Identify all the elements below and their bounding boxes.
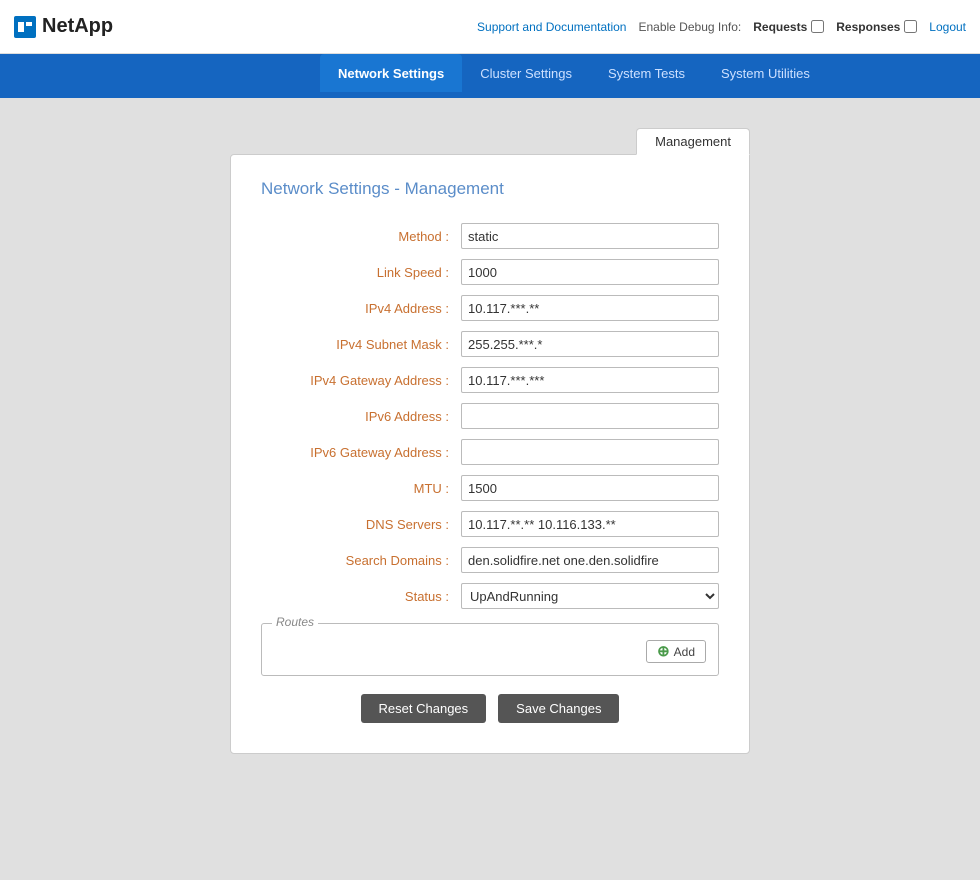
responses-group: Responses (836, 20, 917, 34)
label-link-speed: Link Speed : (261, 265, 461, 280)
settings-card: Network Settings - Management Method : L… (230, 154, 750, 754)
form-row-ipv4-gateway: IPv4 Gateway Address : (261, 367, 719, 393)
input-ipv6-gateway[interactable] (461, 439, 719, 465)
label-search-domains: Search Domains : (261, 553, 461, 568)
label-ipv4-subnet: IPv4 Subnet Mask : (261, 337, 461, 352)
input-link-speed[interactable] (461, 259, 719, 285)
form-row-dns: DNS Servers : (261, 511, 719, 537)
nav-cluster-settings[interactable]: Cluster Settings (462, 54, 590, 92)
top-right-links: Support and Documentation Enable Debug I… (477, 20, 966, 34)
logo: NetApp (14, 15, 113, 38)
input-ipv4-gateway[interactable] (461, 367, 719, 393)
form-row-mtu: MTU : (261, 475, 719, 501)
input-ipv4-address[interactable] (461, 295, 719, 321)
requests-checkbox[interactable] (811, 20, 824, 33)
add-label: Add (674, 645, 695, 659)
tab-row: Management (230, 128, 750, 155)
label-mtu: MTU : (261, 481, 461, 496)
label-ipv6-gateway: IPv6 Gateway Address : (261, 445, 461, 460)
plus-icon: ⊕ (657, 644, 670, 659)
label-ipv4-gateway: IPv4 Gateway Address : (261, 373, 461, 388)
label-status: Status : (261, 589, 461, 604)
nav-system-utilities[interactable]: System Utilities (703, 54, 828, 92)
label-ipv4-address: IPv4 Address : (261, 301, 461, 316)
routes-legend: Routes (272, 615, 318, 629)
input-ipv4-subnet[interactable] (461, 331, 719, 357)
responses-checkbox[interactable] (904, 20, 917, 33)
debug-label: Enable Debug Info: (638, 20, 741, 34)
form-row-method: Method : (261, 223, 719, 249)
input-method[interactable] (461, 223, 719, 249)
tab-management[interactable]: Management (636, 128, 750, 155)
page-content: Management Network Settings - Management… (0, 98, 980, 774)
form-row-status: Status : UpAndRunning Down Maintenance (261, 583, 719, 609)
netapp-logo-icon (14, 16, 36, 38)
form-row-link-speed: Link Speed : (261, 259, 719, 285)
form-row-ipv4-subnet: IPv4 Subnet Mask : (261, 331, 719, 357)
routes-section: Routes ⊕ Add (261, 623, 719, 676)
nav-network-settings[interactable]: Network Settings (320, 54, 462, 92)
requests-group: Requests (753, 20, 824, 34)
logo-text: NetApp (42, 15, 113, 38)
add-route-button[interactable]: ⊕ Add (646, 640, 706, 663)
label-dns: DNS Servers : (261, 517, 461, 532)
save-button[interactable]: Save Changes (498, 694, 619, 723)
requests-label: Requests (753, 20, 807, 34)
top-bar: NetApp Support and Documentation Enable … (0, 0, 980, 54)
form-row-ipv6-gateway: IPv6 Gateway Address : (261, 439, 719, 465)
reset-button[interactable]: Reset Changes (361, 694, 487, 723)
input-search-domains[interactable] (461, 547, 719, 573)
logout-link[interactable]: Logout (929, 20, 966, 34)
card-wrapper: Management Network Settings - Management… (230, 128, 750, 754)
button-row: Reset Changes Save Changes (261, 694, 719, 723)
form-row-ipv6-address: IPv6 Address : (261, 403, 719, 429)
label-ipv6-address: IPv6 Address : (261, 409, 461, 424)
nav-system-tests[interactable]: System Tests (590, 54, 703, 92)
support-link[interactable]: Support and Documentation (477, 20, 626, 34)
label-method: Method : (261, 229, 461, 244)
nav-bar: Network Settings Cluster Settings System… (0, 54, 980, 92)
input-dns[interactable] (461, 511, 719, 537)
input-ipv6-address[interactable] (461, 403, 719, 429)
form-row-ipv4-address: IPv4 Address : (261, 295, 719, 321)
form-row-search-domains: Search Domains : (261, 547, 719, 573)
select-status[interactable]: UpAndRunning Down Maintenance (461, 583, 719, 609)
responses-label: Responses (836, 20, 900, 34)
input-mtu[interactable] (461, 475, 719, 501)
card-title: Network Settings - Management (261, 179, 719, 199)
routes-add-row: ⊕ Add (274, 634, 706, 663)
